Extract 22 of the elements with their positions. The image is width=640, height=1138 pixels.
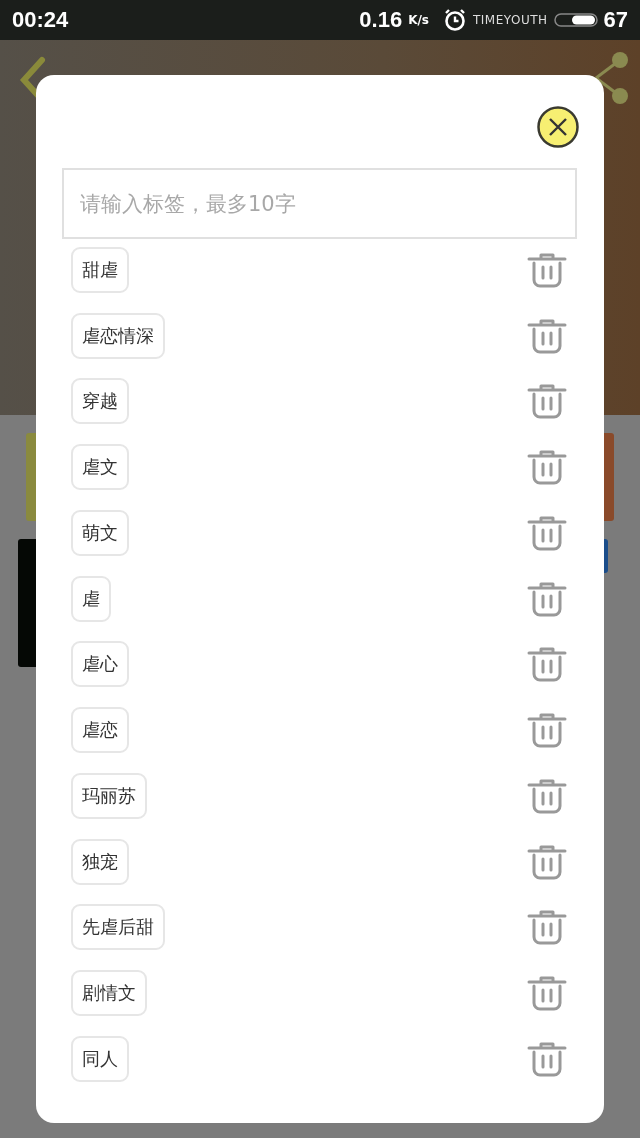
battery-level: 67 xyxy=(603,7,628,33)
tag-chip[interactable]: 玛丽苏 xyxy=(71,772,147,819)
tag-chip[interactable]: 虐恋 xyxy=(71,707,129,754)
close-button[interactable] xyxy=(537,106,579,148)
tag-chip[interactable]: 甜虐 xyxy=(71,246,129,293)
tag-chip[interactable]: 穿越 xyxy=(71,378,129,425)
speed-unit: K/s xyxy=(408,13,429,27)
tag-chip[interactable]: 先虐后甜 xyxy=(71,904,165,951)
tag-chip[interactable]: 同人 xyxy=(71,1035,129,1082)
tag-chip[interactable]: 萌文 xyxy=(71,509,129,556)
tag-input-field[interactable]: 请输入标签，最多10字 xyxy=(62,168,577,239)
toggle-icon xyxy=(553,12,598,28)
clock-time: 00:24 xyxy=(12,7,69,33)
tag-chip[interactable]: 虐 xyxy=(71,575,111,622)
tag-chip[interactable]: 虐恋情深 xyxy=(71,312,165,359)
tag-chip[interactable]: 虐心 xyxy=(71,641,129,688)
alarm-icon xyxy=(442,8,467,32)
tag-chip[interactable]: 剧情文 xyxy=(71,970,147,1017)
tag-chip[interactable]: 虐文 xyxy=(71,444,129,491)
network-speed: 0.16 xyxy=(359,7,403,33)
notification-text: TIMEYOUTH xyxy=(472,13,548,27)
tag-chip[interactable]: 独宠 xyxy=(71,838,129,885)
